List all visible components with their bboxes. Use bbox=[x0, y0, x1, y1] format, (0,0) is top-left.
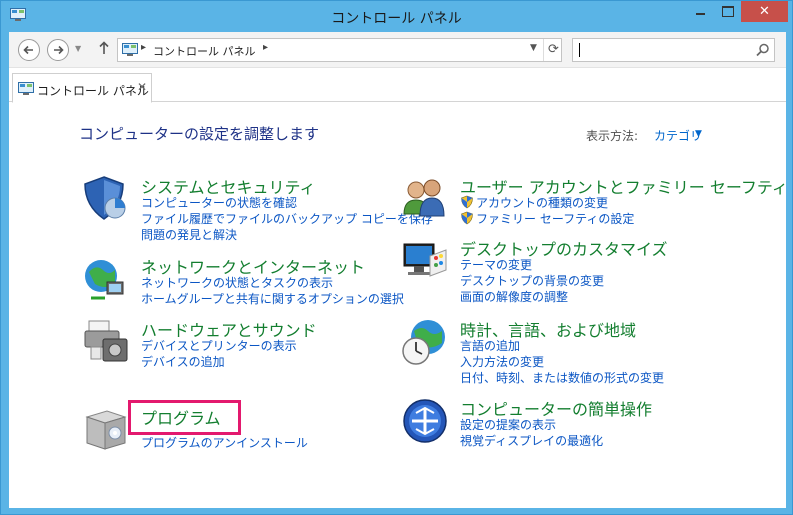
category-link[interactable]: デスクトップの背景の変更 bbox=[460, 272, 604, 289]
explorer-frame: ▼ ▸ コントロール パネル ▸ ▼ ⟳ コントロール パネル ✕ コンピュータ… bbox=[9, 32, 788, 508]
view-by-label: 表示方法: bbox=[586, 129, 639, 143]
tab-strip: コントロール パネル ✕ bbox=[9, 69, 786, 103]
recent-locations-dropdown[interactable]: ▼ bbox=[75, 44, 81, 53]
window: コントロール パネル ✕ ▼ ▸ コントロール パネル ▸ ▼ ⟳ コントロール… bbox=[0, 0, 793, 515]
arrow-left-icon bbox=[23, 45, 33, 55]
title-bar: コントロール パネル ✕ bbox=[1, 1, 792, 32]
uac-shield-icon bbox=[461, 195, 473, 209]
shield-security-icon bbox=[84, 176, 126, 220]
category-hardware-sound: ハードウェアとサウンド デバイスとプリンターの表示 デバイスの追加 bbox=[81, 317, 381, 370]
category-clock-language-region: 時計、言語、および地域 言語の追加 入力方法の変更 日付、時刻、または数値の形式… bbox=[400, 317, 730, 385]
clock-globe-icon bbox=[402, 320, 445, 365]
page-heading: コンピューターの設定を調整します bbox=[79, 125, 320, 143]
control-panel-icon bbox=[18, 82, 34, 95]
users-icon bbox=[403, 179, 445, 217]
close-button[interactable]: ✕ bbox=[741, 1, 788, 22]
category-link[interactable]: デバイスの追加 bbox=[141, 353, 225, 370]
monitor-palette-icon bbox=[403, 243, 447, 277]
category-link[interactable]: ファミリー セーフティの設定 bbox=[476, 210, 634, 227]
minimize-button[interactable] bbox=[687, 1, 714, 22]
category-ease-of-access: コンピューターの簡単操作 設定の提案の表示 視覚ディスプレイの最適化 bbox=[400, 396, 730, 449]
programs-box-icon bbox=[85, 410, 127, 450]
address-bar[interactable]: ▸ コントロール パネル ▸ ▼ ⟳ bbox=[117, 38, 562, 62]
printer-hardware-icon bbox=[84, 320, 128, 362]
address-dropdown-icon[interactable]: ▼ bbox=[530, 43, 537, 53]
up-button[interactable] bbox=[98, 41, 110, 59]
refresh-button[interactable]: ⟳ bbox=[543, 39, 563, 61]
search-input[interactable] bbox=[572, 38, 775, 62]
highlight-box bbox=[128, 400, 241, 435]
category-link[interactable]: ネットワークの状態とタスクの表示 bbox=[141, 274, 333, 291]
content-pane: コンピューターの設定を調整します 表示方法: カテゴリ ▼ システムとセキュリテ… bbox=[9, 103, 788, 508]
category-link[interactable]: 視覚ディスプレイの最適化 bbox=[460, 432, 603, 449]
category-link[interactable]: プログラムのアンインストール bbox=[141, 434, 308, 451]
chevron-down-icon[interactable]: ▼ bbox=[695, 129, 702, 139]
category-link[interactable]: 入力方法の変更 bbox=[460, 353, 544, 370]
breadcrumb-control-panel[interactable]: コントロール パネル bbox=[153, 43, 256, 59]
category-link[interactable]: テーマの変更 bbox=[460, 256, 532, 273]
control-panel-icon bbox=[122, 43, 138, 56]
category-user-accounts: ユーザー アカウントとファミリー セーフティ アカウントの種類の変更 ファミリー… bbox=[400, 174, 788, 227]
tab-control-panel[interactable]: コントロール パネル ✕ bbox=[12, 73, 152, 103]
category-desktop-customization: デスクトップのカスタマイズ テーマの変更 デスクトップの背景の変更 画面の解像度… bbox=[400, 236, 730, 304]
window-title: コントロール パネル bbox=[331, 11, 462, 27]
category-link[interactable]: ホームグループと共有に関するオプションの選択 bbox=[141, 290, 404, 307]
category-link[interactable]: デバイスとプリンターの表示 bbox=[141, 337, 297, 354]
category-network-internet: ネットワークとインターネット ネットワークの状態とタスクの表示 ホームグループと… bbox=[81, 254, 404, 306]
text-caret bbox=[579, 43, 580, 57]
category-link[interactable]: 言語の追加 bbox=[460, 337, 520, 354]
back-button[interactable] bbox=[18, 39, 40, 61]
arrow-right-icon bbox=[54, 45, 64, 55]
breadcrumb-separator[interactable]: ▸ bbox=[263, 42, 268, 53]
ease-of-access-icon bbox=[403, 399, 447, 443]
category-link[interactable]: コンピューターの状態を確認 bbox=[141, 194, 297, 211]
category-link[interactable]: 画面の解像度の調整 bbox=[460, 288, 568, 305]
category-link[interactable]: 問題の発見と解決 bbox=[141, 226, 237, 243]
category-link[interactable]: アカウントの種類の変更 bbox=[476, 194, 608, 211]
category-system-security: システムとセキュリティ コンピューターの状態を確認 ファイル履歴でファイルのバッ… bbox=[81, 174, 433, 242]
network-globe-icon bbox=[85, 260, 124, 300]
uac-shield-icon bbox=[461, 211, 473, 225]
navigation-bar: ▼ ▸ コントロール パネル ▸ ▼ ⟳ bbox=[9, 32, 786, 68]
breadcrumb-separator[interactable]: ▸ bbox=[141, 42, 146, 53]
arrow-up-icon bbox=[99, 41, 109, 54]
category-link[interactable]: 日付、時刻、または数値の形式の変更 bbox=[460, 369, 664, 386]
search-icon[interactable] bbox=[755, 42, 771, 58]
forward-button[interactable] bbox=[47, 39, 69, 61]
maximize-button[interactable] bbox=[714, 1, 741, 22]
tab-label: コントロール パネル bbox=[37, 84, 149, 98]
tab-close-icon[interactable]: ✕ bbox=[137, 80, 147, 94]
category-link[interactable]: ファイル履歴でファイルのバックアップ コピーを保存 bbox=[141, 210, 433, 227]
category-link[interactable]: 設定の提案の表示 bbox=[460, 416, 556, 433]
